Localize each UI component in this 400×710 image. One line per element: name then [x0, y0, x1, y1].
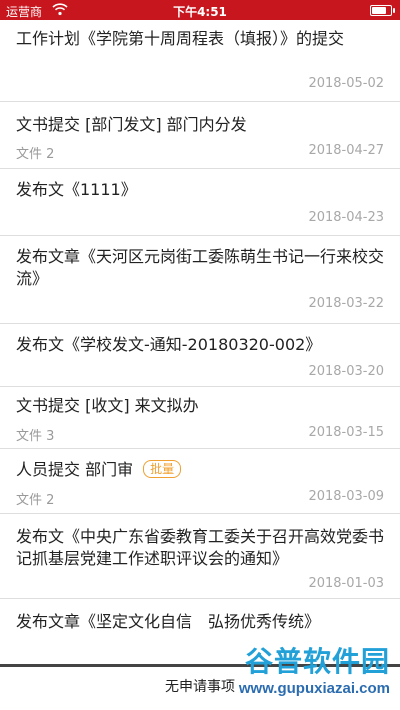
item-title: 工作计划《学院第十周周程表（填报）》的提交 — [16, 29, 345, 48]
item-subtitle: 文件 3 — [16, 429, 55, 444]
list-item[interactable]: 发布文《1111》 2018-04-23 — [0, 169, 400, 236]
watermark: 谷普软件园 www.gupuxiazai.com — [216, 640, 396, 706]
item-subtitle: 文件 2 — [16, 493, 55, 508]
item-title: 发布文《中央广东省委教育工委关于召开高效党委书记抓基层党建工作述职评议会的通知》 — [16, 527, 385, 568]
item-date: 2018-03-15 — [308, 425, 384, 440]
list-item[interactable]: 发布文章《天河区元岗街工委陈萌生书记一行来校交流》 2018-03-22 — [0, 236, 400, 324]
item-title-row: 人员提交 部门审 批量 — [16, 459, 388, 481]
item-date: 2018-04-23 — [308, 210, 384, 225]
watermark-text: 谷普软件园 — [244, 645, 390, 678]
item-title: 发布文《学校发文-通知-20180320-002》 — [16, 335, 322, 354]
item-title: 文书提交 [收文] 来文拟办 — [16, 396, 199, 415]
list-item[interactable]: 工作计划《学院第十周周程表（填报）》的提交 2018-05-02 — [0, 20, 400, 102]
list-item[interactable]: 人员提交 部门审 批量 文件 2 2018-03-09 — [0, 449, 400, 514]
item-title: 文书提交 [部门发文] 部门内分发 — [16, 115, 247, 134]
message-list: 工作计划《学院第十周周程表（填报）》的提交 2018-05-02 文书提交 [部… — [0, 20, 400, 651]
item-title: 发布文《1111》 — [16, 180, 137, 199]
list-item[interactable]: 文书提交 [部门发文] 部门内分发 文件 2 2018-04-27 — [0, 102, 400, 169]
item-date: 2018-03-22 — [308, 296, 384, 311]
item-date: 2018-04-27 — [308, 143, 384, 158]
item-date: 2018-03-20 — [308, 364, 384, 379]
clock: 下午4:51 — [173, 5, 227, 19]
status-bar: 运营商 下午4:51 — [0, 0, 400, 20]
watermark-url: www.gupuxiazai.com — [238, 680, 390, 697]
list-item[interactable]: 发布文《学校发文-通知-20180320-002》 2018-03-20 — [0, 324, 400, 387]
battery-icon — [370, 5, 395, 16]
item-title: 人员提交 部门审 — [16, 460, 134, 479]
item-title: 发布文章《坚定文化自信 弘扬优秀传统》 — [16, 612, 321, 631]
item-date: 2018-05-02 — [308, 76, 384, 91]
list-item[interactable]: 发布文《中央广东省委教育工委关于召开高效党委书记抓基层党建工作述职评议会的通知》… — [0, 514, 400, 599]
item-date: 2018-03-09 — [308, 489, 384, 504]
item-title: 发布文章《天河区元岗街工委陈萌生书记一行来校交流》 — [16, 247, 385, 288]
list-item[interactable]: 文书提交 [收文] 来文拟办 文件 3 2018-03-15 — [0, 387, 400, 449]
item-subtitle: 文件 2 — [16, 147, 55, 162]
batch-badge: 批量 — [143, 460, 182, 478]
item-date: 2018-01-03 — [308, 576, 384, 591]
